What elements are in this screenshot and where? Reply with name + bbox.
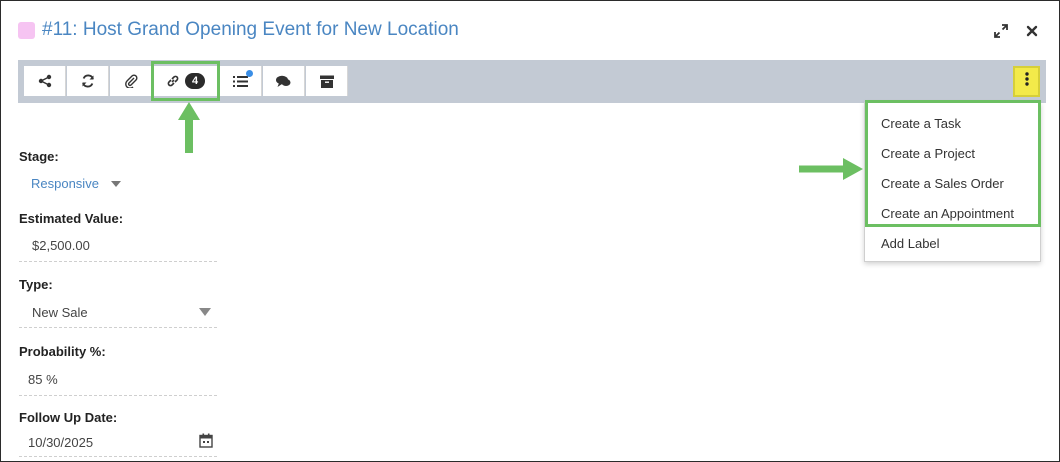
vertical-ellipsis-icon <box>1024 72 1029 91</box>
archive-button[interactable] <box>306 66 348 96</box>
archive-icon <box>319 75 334 88</box>
menu-highlight-box <box>865 100 1041 227</box>
follow-up-date-field[interactable]: 10/30/2025 <box>28 435 93 450</box>
paperclip-icon <box>124 74 138 88</box>
close-icon[interactable] <box>1024 23 1040 39</box>
chevron-down-icon[interactable] <box>111 181 121 187</box>
comments-button[interactable] <box>263 66 305 96</box>
probability-label: Probability %: <box>19 344 106 359</box>
refresh-icon <box>81 74 95 88</box>
type-label: Type: <box>19 277 53 292</box>
page-title: #11: Host Grand Opening Event for New Lo… <box>42 19 459 40</box>
estimated-value-label: Estimated Value: <box>19 211 124 226</box>
color-swatch <box>18 21 35 39</box>
list-icon <box>233 75 248 88</box>
field-divider <box>19 261 217 262</box>
arrow-up-icon <box>178 102 200 153</box>
more-actions-button[interactable] <box>1013 66 1040 97</box>
comments-icon <box>276 75 291 88</box>
share-icon <box>38 74 52 88</box>
menu-item-add-label[interactable]: Add Label <box>881 236 940 251</box>
estimated-value-field[interactable]: $2,500.00 <box>32 238 90 253</box>
field-divider <box>19 395 217 396</box>
notification-dot <box>246 70 253 77</box>
arrow-right-icon <box>799 158 863 180</box>
field-divider <box>19 327 217 328</box>
follow-up-date-label: Follow Up Date: <box>19 410 118 425</box>
calendar-icon[interactable] <box>199 433 213 453</box>
field-divider <box>19 456 217 457</box>
attachments-button[interactable] <box>110 66 152 96</box>
probability-field[interactable]: 85 % <box>28 372 58 387</box>
links-highlight-box <box>151 61 220 101</box>
type-select[interactable]: New Sale <box>32 305 88 320</box>
dialog-window: #11: Host Grand Opening Event for New Lo… <box>0 0 1060 462</box>
stage-select[interactable]: Responsive <box>31 176 99 191</box>
chevron-down-icon[interactable] <box>199 308 211 316</box>
stage-label: Stage: <box>19 149 59 164</box>
title-row: #11: Host Grand Opening Event for New Lo… <box>18 19 459 41</box>
expand-icon[interactable] <box>993 23 1009 39</box>
refresh-button[interactable] <box>67 66 109 96</box>
list-button[interactable] <box>220 66 262 96</box>
share-button[interactable] <box>24 66 66 96</box>
